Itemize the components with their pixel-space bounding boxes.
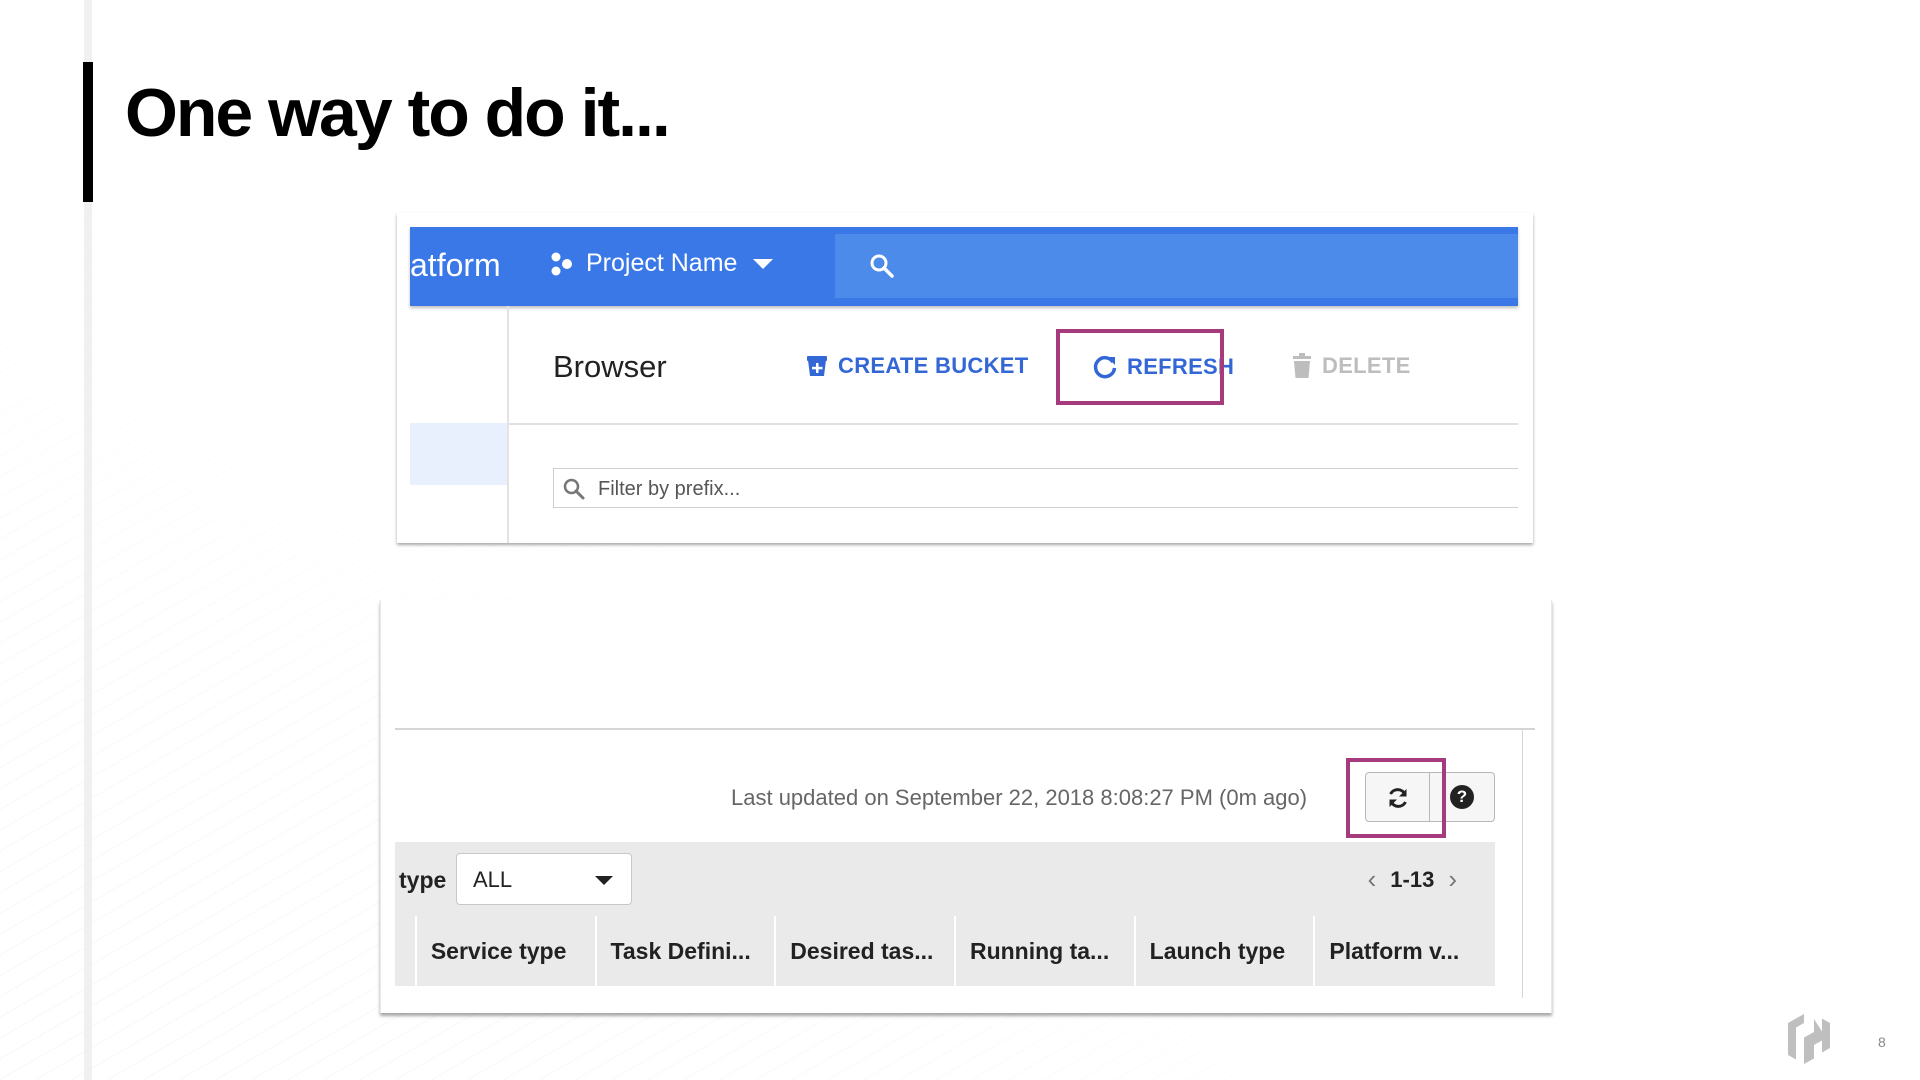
- divider: [395, 728, 1535, 730]
- hashicorp-logo-icon: [1788, 1014, 1830, 1064]
- delete-button[interactable]: DELETE: [1290, 353, 1411, 379]
- refresh-highlight-box: [1056, 329, 1224, 405]
- sidebar-active-item[interactable]: [410, 423, 507, 485]
- chevron-right-icon[interactable]: ›: [1448, 864, 1457, 895]
- project-selector[interactable]: Project Name: [550, 249, 774, 278]
- project-name: Project Name: [586, 249, 738, 277]
- create-bucket-button[interactable]: CREATE BUCKET: [804, 353, 1029, 379]
- chevron-left-icon[interactable]: ‹: [1368, 864, 1377, 895]
- pager-range: 1-13: [1390, 866, 1435, 892]
- refresh-highlight-box: [1346, 758, 1446, 838]
- panel-border: [1522, 728, 1523, 998]
- filter-input[interactable]: Filter by prefix...: [553, 468, 1518, 508]
- column-header-platform-version[interactable]: Platform v...: [1315, 916, 1495, 986]
- delete-label: DELETE: [1322, 353, 1411, 378]
- gcp-sidebar: [410, 306, 509, 543]
- type-select-value: ALL: [473, 867, 513, 892]
- question-icon: ?: [1450, 785, 1474, 809]
- type-select[interactable]: ALL: [456, 853, 632, 905]
- last-updated-text: Last updated on September 22, 2018 8:08:…: [731, 785, 1308, 810]
- filter-bar: type ALL ‹ 1-13 ›: [395, 842, 1495, 916]
- create-bucket-icon: [807, 356, 827, 376]
- chevron-down-icon: [753, 258, 774, 269]
- divider: [509, 423, 1518, 425]
- column-header-desired-tasks[interactable]: Desired tas...: [776, 916, 956, 986]
- slide-title: One way to do it...: [125, 75, 671, 151]
- page-number: 8: [1878, 1034, 1886, 1050]
- gcp-storage-browser: atform Project Name Browser CREATE BUCKE…: [397, 213, 1533, 543]
- column-header-launch-type[interactable]: Launch type: [1136, 916, 1316, 986]
- project-dots-icon: [551, 252, 572, 275]
- column-header-task-definition[interactable]: Task Defini...: [597, 916, 777, 986]
- platform-name: atform: [410, 247, 501, 283]
- column-header-service-type[interactable]: Service type: [417, 916, 597, 986]
- type-filter-label: type: [399, 867, 447, 893]
- select-column: [395, 916, 417, 986]
- pagination: ‹ 1-13 ›: [1354, 864, 1471, 895]
- filter-placeholder: Filter by prefix...: [598, 478, 741, 500]
- gcp-topbar: atform Project Name: [410, 227, 1518, 306]
- search-icon: [563, 478, 585, 500]
- page-title: Browser: [553, 349, 667, 384]
- create-bucket-label: CREATE BUCKET: [838, 353, 1029, 378]
- table-header: Service type Task Defini... Desired tas.…: [395, 916, 1495, 986]
- search-box[interactable]: [835, 234, 1518, 298]
- title-accent-bar: [83, 62, 93, 202]
- chevron-down-icon: [595, 876, 613, 885]
- aws-services-panel: Last updated on September 22, 2018 8:08:…: [380, 600, 1552, 1013]
- search-icon: [870, 254, 894, 278]
- trash-icon: [1293, 353, 1311, 378]
- column-header-running-tasks[interactable]: Running ta...: [956, 916, 1136, 986]
